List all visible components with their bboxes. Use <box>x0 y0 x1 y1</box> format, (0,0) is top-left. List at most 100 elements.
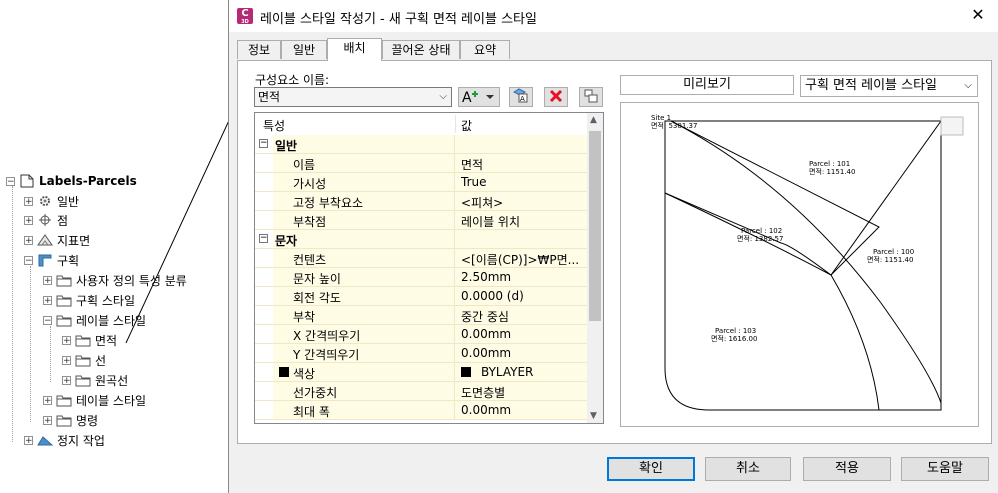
tab-layout[interactable]: 배치 <box>327 38 382 61</box>
tab-dragged-state[interactable]: 끌어온 상태 <box>382 40 460 59</box>
settings-tree: − Labels-Parcels + 일반 + 점 + 지표면 − 구획 + 사… <box>0 0 239 493</box>
component-draw-order-button[interactable] <box>579 87 603 107</box>
property-label: 색상 <box>293 367 316 381</box>
copy-component-icon: A <box>512 88 528 103</box>
property-label: 선가중치 <box>293 386 338 400</box>
tab-general[interactable]: 일반 <box>281 40 327 59</box>
parcel-lot-line <box>664 192 880 411</box>
property-label: 회전 각도 <box>293 291 341 305</box>
close-button[interactable]: ✕ <box>967 4 989 26</box>
property-label: 컨텐츠 <box>293 253 327 267</box>
callout-leader-line <box>125 100 239 344</box>
label-preview-pane[interactable]: Site 1 면적: 5301.37 Parcel : 101 면적: 1151… <box>620 102 979 427</box>
property-label: 고정 부착요소 <box>293 196 364 210</box>
delete-component-button[interactable] <box>544 87 568 107</box>
grid-header: 특성 값 <box>255 113 587 136</box>
property-value[interactable]: 0.00mm <box>461 346 511 360</box>
parcel-103-name: Parcel : 103 <box>715 327 756 335</box>
property-value[interactable]: 면적 <box>461 156 483 173</box>
property-label: 부착점 <box>293 215 327 229</box>
preview-style-value: 구획 면적 레이블 스타일 <box>805 78 937 93</box>
property-grid[interactable]: 특성 값 − 일반 이름 면적 가시성 True 고정 부착요소 <피쳐> 부착… <box>254 112 604 424</box>
parcel-102-name: Parcel : 102 <box>741 227 782 235</box>
property-value[interactable]: <[이름(CP)]>₩P면... <box>461 251 579 268</box>
property-row-anchor-point[interactable]: 부착점 레이블 위치 <box>255 211 587 230</box>
property-row-attachment[interactable]: 부착 중간 중심 <box>255 306 587 325</box>
create-text-component-button[interactable]: A <box>458 87 500 107</box>
category-general[interactable]: − 일반 <box>255 135 587 154</box>
preview-label: 미리보기 <box>620 75 794 95</box>
property-value[interactable]: 도면층별 <box>461 384 505 401</box>
property-row-visibility[interactable]: 가시성 True <box>255 173 587 192</box>
property-label: Y 간격띄우기 <box>293 348 360 362</box>
svg-text:A: A <box>520 95 525 103</box>
scroll-down-icon[interactable]: ▼ <box>590 411 597 421</box>
property-row-anchor-component[interactable]: 고정 부착요소 <피쳐> <box>255 192 587 211</box>
color-swatch <box>461 367 471 377</box>
property-row-text-height[interactable]: 문자 높이 2.50mm <box>255 268 587 287</box>
chevron-down-icon: ⌵ <box>964 80 972 91</box>
preview-zoom-extents-icon[interactable] <box>940 116 964 136</box>
property-row-max-width[interactable]: 최대 폭 0.00mm <box>255 401 587 420</box>
draw-order-icon <box>584 89 598 103</box>
civil3d-app-icon: C 3D <box>237 8 253 25</box>
category-label: 문자 <box>275 234 298 248</box>
property-value[interactable]: 0.00mm <box>461 403 511 417</box>
parcel-preview-drawing: Site 1 면적: 5301.37 Parcel : 101 면적: 1151… <box>651 114 964 411</box>
parcel-100-area: 면적: 1151.40 <box>867 255 913 264</box>
parcel-102-area: 면적: 1382.57 <box>737 234 783 243</box>
chevron-down-icon: ⌵ <box>439 91 447 102</box>
svg-text:A: A <box>462 90 472 106</box>
property-label: 최대 폭 <box>293 405 330 419</box>
property-row-rotation-angle[interactable]: 회전 각도 0.0000 (d) <box>255 287 587 306</box>
property-value[interactable]: 0.00mm <box>461 327 511 341</box>
property-label: 부착 <box>293 310 316 324</box>
property-row-color[interactable]: 색상 BYLAYER <box>255 363 587 382</box>
property-value[interactable]: 레이블 위치 <box>461 213 520 230</box>
property-label: 문자 높이 <box>293 272 341 286</box>
close-icon: ✕ <box>971 5 985 24</box>
component-name-label: 구성요소 이름: <box>255 73 330 87</box>
preview-style-dropdown[interactable]: 구획 면적 레이블 스타일 ⌵ <box>800 75 978 97</box>
property-value[interactable]: <피쳐> <box>461 194 503 211</box>
parcel-103-area: 면적: 1616.00 <box>711 334 757 343</box>
component-name-value: 면적 <box>258 90 281 104</box>
cancel-button[interactable]: 취소 <box>705 457 791 481</box>
property-row-y-offset[interactable]: Y 간격띄우기 0.00mm <box>255 344 587 363</box>
site-name-label: Site 1 <box>651 114 671 122</box>
property-label: 가시성 <box>293 177 327 191</box>
property-value[interactable]: True <box>461 175 487 189</box>
apply-button[interactable]: 적용 <box>803 457 891 481</box>
tab-summary[interactable]: 요약 <box>460 40 510 59</box>
dialog-title-bar[interactable]: C 3D 레이블 스타일 작성기 - 새 구획 면적 레이블 스타일 ✕ <box>229 0 998 32</box>
property-row-lineweight[interactable]: 선가중치 도면층별 <box>255 382 587 401</box>
ok-button[interactable]: 확인 <box>607 457 695 481</box>
component-name-dropdown[interactable]: 면적 ⌵ <box>254 87 452 107</box>
site-area-label: 면적: 5301.37 <box>651 121 697 130</box>
property-value[interactable]: 0.0000 (d) <box>461 289 524 303</box>
property-grid-scrollbar[interactable]: ▲ ▼ <box>587 113 603 423</box>
value-column-header: 값 <box>461 119 473 133</box>
scroll-up-icon[interactable]: ▲ <box>590 115 597 125</box>
property-value[interactable]: 중간 중심 <box>461 308 509 325</box>
property-value[interactable]: 2.50mm <box>461 270 511 284</box>
property-column-header: 특성 <box>263 119 286 133</box>
site-boundary <box>664 120 942 411</box>
delete-icon <box>549 89 563 103</box>
property-label: X 간격띄우기 <box>293 329 361 343</box>
help-button[interactable]: 도움말 <box>901 457 989 481</box>
tab-info[interactable]: 정보 <box>237 40 281 59</box>
category-label: 일반 <box>275 139 298 153</box>
label-style-composer-dialog: C 3D 레이블 스타일 작성기 - 새 구획 면적 레이블 스타일 ✕ 정보 일… <box>228 0 998 493</box>
property-row-name[interactable]: 이름 면적 <box>255 154 587 173</box>
property-value[interactable]: BYLAYER <box>481 365 533 379</box>
property-row-x-offset[interactable]: X 간격띄우기 0.00mm <box>255 325 587 344</box>
collapse-icon[interactable]: − <box>259 234 268 243</box>
add-text-component-icon: A <box>462 90 494 106</box>
collapse-icon[interactable]: − <box>259 139 268 148</box>
scrollbar-thumb[interactable] <box>589 131 601 321</box>
copy-component-button[interactable]: A <box>509 87 533 107</box>
category-text[interactable]: − 문자 <box>255 230 587 249</box>
parcel-101-area: 면적: 1151.40 <box>809 167 855 176</box>
property-row-contents[interactable]: 컨텐츠 <[이름(CP)]>₩P면... <box>255 249 587 268</box>
